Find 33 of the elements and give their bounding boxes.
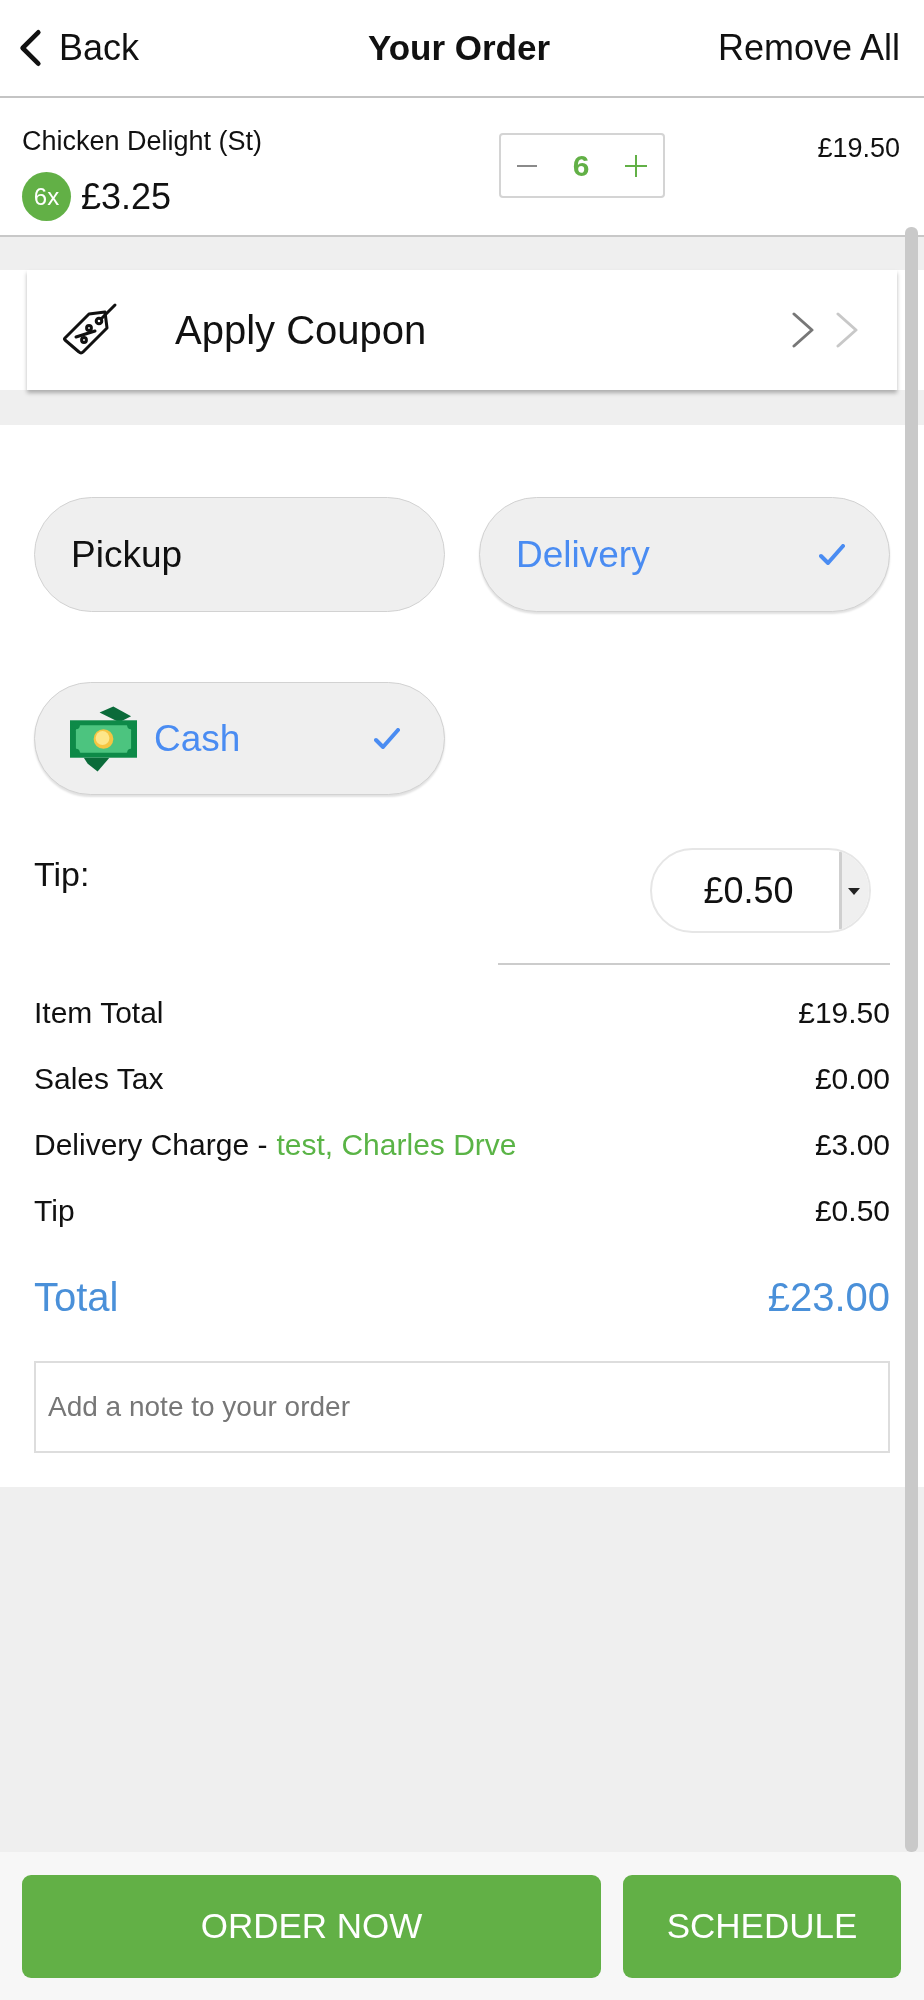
summary-value: £19.50 (798, 995, 890, 1031)
chevron-left-icon (18, 28, 42, 68)
minus-icon[interactable] (517, 164, 537, 167)
delivery-address-text: test, Charles Drve (276, 1127, 517, 1163)
chevron-right-icon (836, 312, 858, 348)
total-value: £23.00 (767, 1274, 890, 1321)
quantity-value: 6 (572, 147, 590, 184)
banknote-icon (70, 705, 137, 772)
summary-label: Delivery Charge - (34, 1127, 268, 1163)
unit-price: £3.25 (81, 174, 172, 219)
tip-select[interactable]: £0.50 (650, 848, 871, 933)
summary-value: £0.50 (814, 1193, 890, 1229)
check-icon (374, 728, 400, 749)
back-button[interactable]: Back (18, 26, 140, 70)
apply-coupon-button[interactable]: Apply Coupon (27, 270, 897, 390)
chevron-right-icon (792, 312, 814, 348)
summary-value: £3.00 (814, 1127, 890, 1163)
tip-label: Tip: (34, 854, 90, 894)
note-field[interactable]: Add a note to your order (34, 1361, 890, 1453)
page-title: Your Order (367, 27, 551, 69)
summary-label: Sales Tax (34, 1061, 164, 1097)
plus-icon[interactable] (625, 154, 647, 177)
check-icon (819, 544, 845, 565)
total-label: Total (34, 1274, 119, 1321)
fulfillment-option[interactable]: Pickup (34, 497, 445, 612)
line-total: £19.50 (816, 132, 900, 164)
quantity-badge: 6x (22, 172, 71, 221)
item-name: Chicken Delight (St) (22, 125, 263, 157)
scrollbar[interactable] (905, 227, 918, 1852)
summary-value: £0.00 (814, 1061, 890, 1097)
summary-label: Tip (34, 1193, 75, 1229)
summary-label: Item Total (34, 995, 164, 1031)
remove-all-button[interactable]: Remove All (717, 26, 900, 70)
